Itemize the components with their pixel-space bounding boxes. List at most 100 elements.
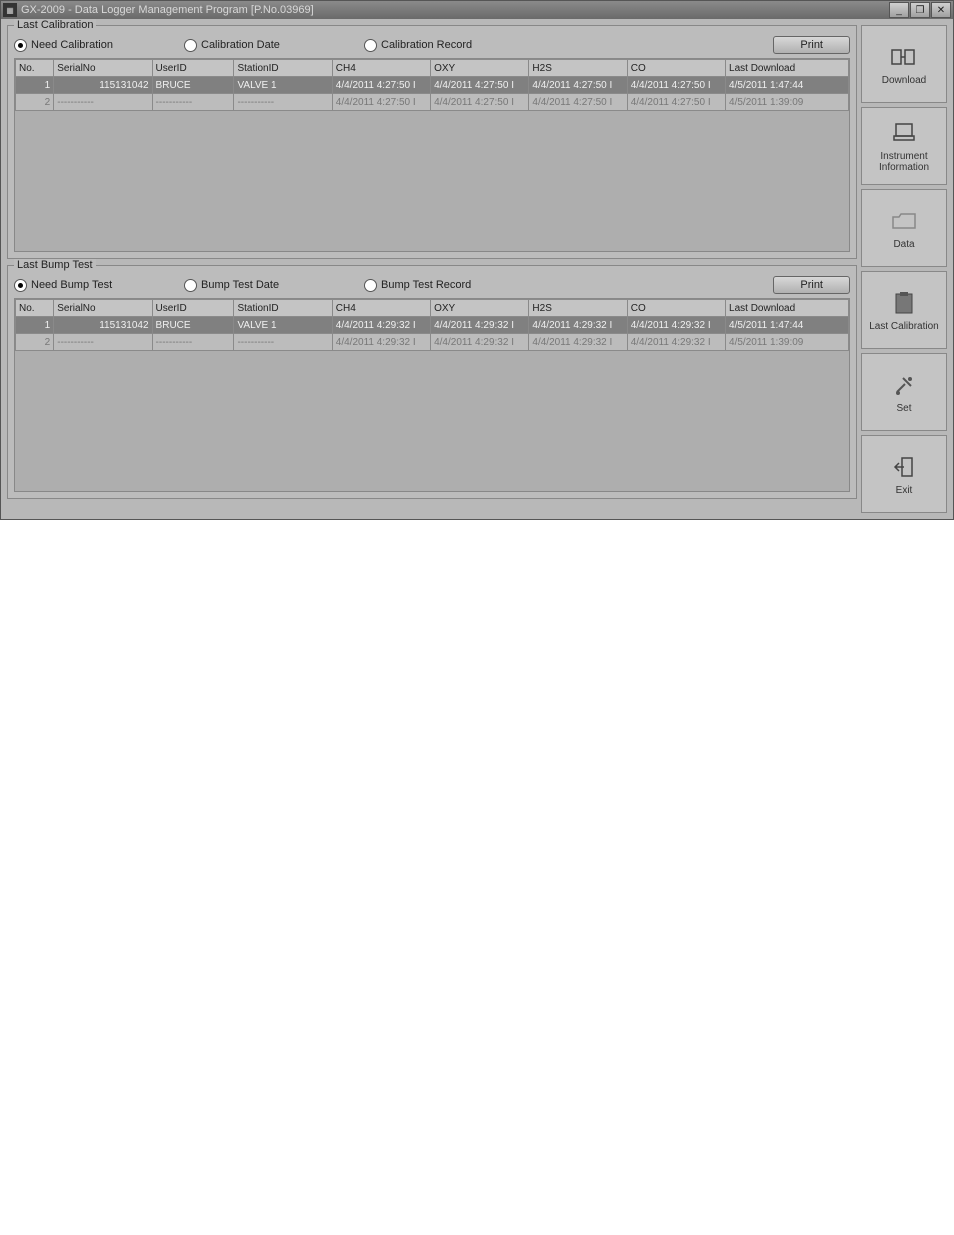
radio-calibration-record[interactable]: Calibration Record — [364, 39, 544, 52]
instrument-icon — [890, 121, 918, 145]
col-co[interactable]: CO — [627, 60, 725, 77]
app-icon: ▦ — [3, 3, 17, 17]
print-calibration-button[interactable]: Print — [773, 36, 850, 54]
table-row[interactable]: 2 ----------- ----------- ----------- 4/… — [16, 334, 849, 351]
radio-empty-icon — [184, 279, 197, 292]
cell-ch4: 4/4/2011 4:29:32 I — [332, 317, 430, 334]
download-label: Download — [882, 75, 926, 86]
table-row[interactable]: 1 115131042 BRUCE VALVE 1 4/4/2011 4:27:… — [16, 77, 849, 94]
cell-co: 4/4/2011 4:27:50 I — [627, 94, 725, 111]
print-bumptest-button[interactable]: Print — [773, 276, 850, 294]
cell-user: BRUCE — [152, 77, 234, 94]
col-lastdownload[interactable]: Last Download — [726, 300, 849, 317]
radio-label: Calibration Record — [381, 39, 472, 51]
exit-button[interactable]: Exit — [861, 435, 947, 513]
cell-dl: 4/5/2011 1:47:44 — [726, 77, 849, 94]
radio-need-calibration[interactable]: Need Calibration — [14, 39, 184, 52]
cell-h2s: 4/4/2011 4:27:50 I — [529, 77, 627, 94]
instrument-label: Instrument Information — [864, 151, 944, 173]
col-ch4[interactable]: CH4 — [332, 300, 430, 317]
lastcal-label: Last Calibration — [869, 321, 938, 332]
cell-oxy: 4/4/2011 4:29:32 I — [431, 317, 529, 334]
col-serialno[interactable]: SerialNo — [54, 60, 152, 77]
radio-calibration-date[interactable]: Calibration Date — [184, 39, 364, 52]
grid-empty-area — [15, 351, 849, 491]
cell-h2s: 4/4/2011 4:27:50 I — [529, 94, 627, 111]
last-bumptest-group: Last Bump Test Need Bump Test Bump Test … — [7, 265, 857, 499]
col-oxy[interactable]: OXY — [431, 60, 529, 77]
cell-co: 4/4/2011 4:29:32 I — [627, 317, 725, 334]
exit-label: Exit — [896, 485, 913, 496]
grid-empty-area — [15, 111, 849, 251]
radio-need-bumptest[interactable]: Need Bump Test — [14, 279, 184, 292]
cell-serial: ----------- — [54, 334, 152, 351]
col-serialno[interactable]: SerialNo — [54, 300, 152, 317]
cell-dl: 4/5/2011 1:39:09 — [726, 334, 849, 351]
main-column: Last Calibration Need Calibration Calibr… — [7, 25, 857, 513]
cell-station: ----------- — [234, 334, 332, 351]
radio-bumptest-record[interactable]: Bump Test Record — [364, 279, 544, 292]
col-ch4[interactable]: CH4 — [332, 60, 430, 77]
cell-user: ----------- — [152, 94, 234, 111]
app-window: ▦ GX-2009 - Data Logger Management Progr… — [0, 0, 954, 520]
col-userid[interactable]: UserID — [152, 300, 234, 317]
cell-no: 2 — [16, 94, 54, 111]
cell-ch4: 4/4/2011 4:27:50 I — [332, 94, 430, 111]
cell-station: VALVE 1 — [234, 77, 332, 94]
cell-no: 1 — [16, 77, 54, 94]
radio-label: Need Calibration — [31, 39, 113, 51]
instrument-info-button[interactable]: Instrument Information — [861, 107, 947, 185]
cell-co: 4/4/2011 4:29:32 I — [627, 334, 725, 351]
col-lastdownload[interactable]: Last Download — [726, 60, 849, 77]
radio-label: Bump Test Record — [381, 279, 471, 291]
download-icon — [890, 45, 918, 69]
last-calibration-button[interactable]: Last Calibration — [861, 271, 947, 349]
cell-dl: 4/5/2011 1:39:09 — [726, 94, 849, 111]
cell-h2s: 4/4/2011 4:29:32 I — [529, 334, 627, 351]
col-no[interactable]: No. — [16, 60, 54, 77]
download-button[interactable]: Download — [861, 25, 947, 103]
cell-ch4: 4/4/2011 4:29:32 I — [332, 334, 430, 351]
cell-serial: ----------- — [54, 94, 152, 111]
radio-dot-icon — [14, 39, 27, 52]
radio-label: Calibration Date — [201, 39, 280, 51]
cell-no: 2 — [16, 334, 54, 351]
set-button[interactable]: Set — [861, 353, 947, 431]
titlebar: ▦ GX-2009 - Data Logger Management Progr… — [1, 1, 953, 19]
col-h2s[interactable]: H2S — [529, 60, 627, 77]
close-button[interactable]: ✕ — [931, 2, 951, 18]
col-h2s[interactable]: H2S — [529, 300, 627, 317]
col-userid[interactable]: UserID — [152, 60, 234, 77]
minimize-button[interactable]: _ — [889, 2, 909, 18]
table-row[interactable]: 2 ----------- ----------- ----------- 4/… — [16, 94, 849, 111]
cell-station: VALVE 1 — [234, 317, 332, 334]
clipboard-icon — [890, 291, 918, 315]
col-oxy[interactable]: OXY — [431, 300, 529, 317]
radio-empty-icon — [364, 279, 377, 292]
table-row[interactable]: 1 115131042 BRUCE VALVE 1 4/4/2011 4:29:… — [16, 317, 849, 334]
cell-ch4: 4/4/2011 4:27:50 I — [332, 77, 430, 94]
cell-user: BRUCE — [152, 317, 234, 334]
cell-co: 4/4/2011 4:27:50 I — [627, 77, 725, 94]
tools-icon — [890, 373, 918, 397]
maximize-button[interactable]: ❐ — [910, 2, 930, 18]
calibration-radio-row: Need Calibration Calibration Date Calibr… — [14, 36, 850, 54]
sidebar: Download Instrument Information Data Las… — [861, 25, 947, 513]
window-title: GX-2009 - Data Logger Management Program… — [21, 4, 888, 16]
data-button[interactable]: Data — [861, 189, 947, 267]
col-co[interactable]: CO — [627, 300, 725, 317]
last-calibration-title: Last Calibration — [14, 19, 96, 31]
bumptest-grid[interactable]: No. SerialNo UserID StationID CH4 OXY H2… — [14, 298, 850, 492]
exit-icon — [890, 455, 918, 479]
radio-label: Need Bump Test — [31, 279, 112, 291]
radio-bumptest-date[interactable]: Bump Test Date — [184, 279, 364, 292]
col-stationid[interactable]: StationID — [234, 300, 332, 317]
col-stationid[interactable]: StationID — [234, 60, 332, 77]
cell-dl: 4/5/2011 1:47:44 — [726, 317, 849, 334]
table-header-row: No. SerialNo UserID StationID CH4 OXY H2… — [16, 60, 849, 77]
col-no[interactable]: No. — [16, 300, 54, 317]
set-label: Set — [896, 403, 911, 414]
calibration-grid[interactable]: No. SerialNo UserID StationID CH4 OXY H2… — [14, 58, 850, 252]
data-label: Data — [893, 239, 914, 250]
folder-icon — [890, 209, 918, 233]
